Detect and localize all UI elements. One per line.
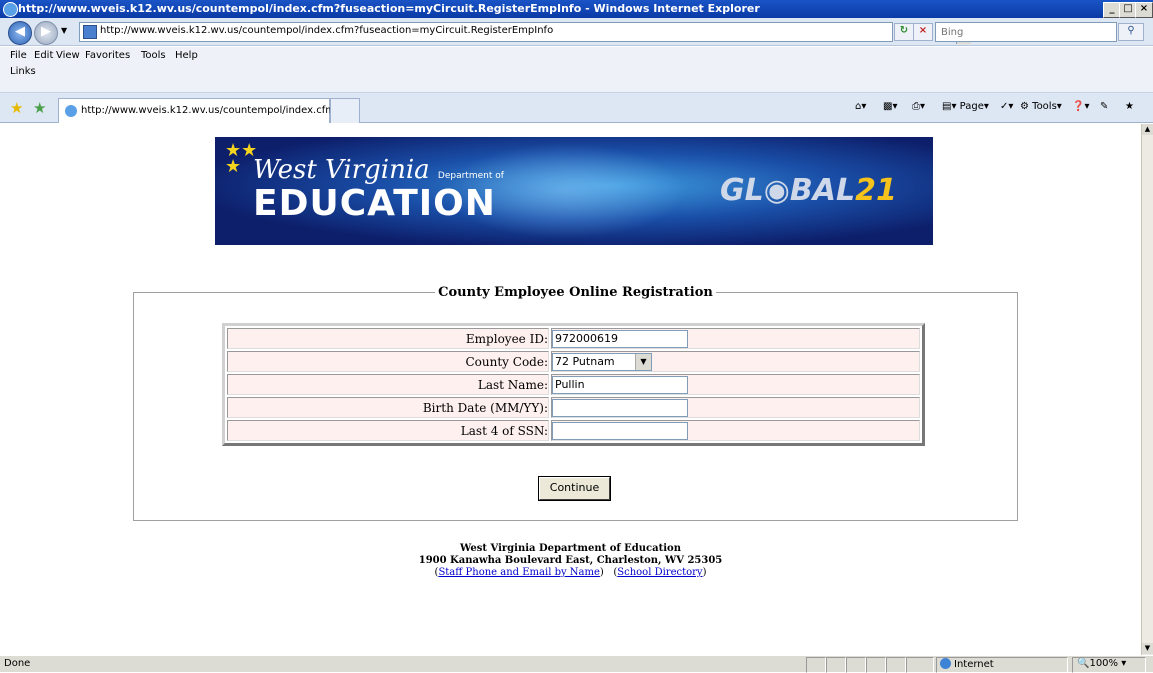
last-name-input[interactable] xyxy=(552,375,688,394)
links-bar: Links xyxy=(0,65,1153,93)
global21-text: GL◉BAL xyxy=(720,173,856,208)
zoom-value: 100% xyxy=(1089,658,1119,669)
footer-links: (Staff Phone and Email by Name) (School … xyxy=(434,567,707,578)
county-code-label: County Code: xyxy=(227,351,549,372)
last-name-label: Last Name: xyxy=(227,374,549,395)
page-menu-label: Page xyxy=(959,101,984,112)
address-url[interactable]: http://www.wveis.k12.wv.us/countempol/in… xyxy=(100,25,553,36)
menu-bar: File Edit View Favorites Tools Help xyxy=(0,47,1153,65)
table-row: Last 4 of SSN: xyxy=(227,420,920,441)
registration-legend: County Employee Online Registration xyxy=(438,285,713,300)
address-bar[interactable]: http://www.wveis.k12.wv.us/countempol/in… xyxy=(79,22,971,44)
page-content: ★★ ★ West Virginia Department of EDUCATIO… xyxy=(0,124,1141,655)
status-segment xyxy=(906,657,934,673)
new-tab-button[interactable] xyxy=(330,98,360,123)
wvde-global21-banner: ★★ ★ West Virginia Department of EDUCATIO… xyxy=(215,137,933,245)
table-row: County Code: 72 Putnam ▼ xyxy=(227,351,920,372)
search-box[interactable] xyxy=(935,22,1117,42)
favorites-star-icon[interactable]: ★ xyxy=(10,99,23,117)
links-label[interactable]: Links xyxy=(10,66,36,77)
footer-org: West Virginia Department of Education xyxy=(460,543,681,554)
scroll-up-arrow[interactable]: ▲ xyxy=(1142,124,1153,135)
window-title-bar: http://www.wveis.k12.wv.us/countempol/in… xyxy=(0,0,1153,18)
banner-west-virginia: West Virginia Department of xyxy=(253,155,504,185)
research-icon[interactable]: ✎ xyxy=(1100,101,1108,112)
employee-id-input[interactable] xyxy=(552,329,688,348)
address-toolbar: ◀ ▶ ▼ http://www.wveis.k12.wv.us/countem… xyxy=(0,18,1153,46)
banner-line1: West Virginia xyxy=(253,155,430,185)
back-button[interactable]: ◀ xyxy=(8,21,32,45)
table-row: Employee ID: xyxy=(227,328,920,349)
help-icon[interactable]: ❓▾ xyxy=(1072,101,1089,112)
status-segment xyxy=(886,657,906,673)
zoom-level[interactable]: 🔍100% ▾ xyxy=(1077,658,1126,669)
school-directory-link[interactable]: School Directory xyxy=(617,567,702,578)
recent-pages-dropdown-icon[interactable]: ▼ xyxy=(61,26,67,35)
print-icon[interactable]: ⎙▾ xyxy=(912,101,925,112)
scroll-down-arrow[interactable]: ▼ xyxy=(1142,643,1153,654)
stop-button[interactable]: × xyxy=(913,23,933,41)
status-segment xyxy=(866,657,886,673)
feeds-icon[interactable]: ▩▾ xyxy=(883,101,897,112)
table-row: Last Name: xyxy=(227,374,920,395)
status-segment xyxy=(806,657,826,673)
tools-menu-label: Tools xyxy=(1032,101,1057,112)
table-row: Birth Date (MM/YY): xyxy=(227,397,920,418)
banner-dept: Department of xyxy=(437,171,504,181)
search-input[interactable] xyxy=(939,24,1113,40)
tab-current-page[interactable]: http://www.wveis.k12.wv.us/countempol/in… xyxy=(58,98,350,123)
county-code-value: 72 Putnam xyxy=(555,354,615,368)
banner-education: EDUCATION xyxy=(253,183,496,224)
employee-id-label: Employee ID: xyxy=(227,328,549,349)
home-icon[interactable]: ⌂▾ xyxy=(855,101,866,112)
page-icon xyxy=(83,25,97,39)
add-favorites-icon[interactable]: ★ xyxy=(33,99,46,117)
menu-help[interactable]: Help xyxy=(175,50,198,61)
ssn-last4-input[interactable] xyxy=(552,421,688,440)
status-segment xyxy=(846,657,866,673)
birth-date-input[interactable] xyxy=(552,398,688,417)
ie-page-icon xyxy=(65,105,77,117)
county-code-select[interactable]: 72 Putnam ▼ xyxy=(552,352,652,371)
menu-file[interactable]: File xyxy=(10,50,27,61)
menu-edit[interactable]: Edit xyxy=(34,50,53,61)
continue-button[interactable]: Continue xyxy=(539,477,610,500)
refresh-button[interactable]: ↻ xyxy=(894,23,914,41)
internet-zone: Internet xyxy=(940,658,994,670)
birth-date-label: Birth Date (MM/YY): xyxy=(227,397,549,418)
footer-address: 1900 Kanawha Boulevard East, Charleston,… xyxy=(418,555,723,566)
page-menu[interactable]: ▤▾ Page▾ xyxy=(942,101,989,112)
globe-icon xyxy=(940,658,951,669)
zone-label: Internet xyxy=(954,659,994,670)
registration-table: Employee ID: County Code: 72 Putnam ▼ Las… xyxy=(222,323,925,446)
window-title: http://www.wveis.k12.wv.us/countempol/in… xyxy=(18,2,760,15)
forward-button[interactable]: ▶ xyxy=(34,21,58,45)
global21-logo: GL◉BAL21 xyxy=(720,173,897,208)
status-bar: Done Internet 🔍100% ▾ xyxy=(0,655,1153,673)
tools-menu[interactable]: ⚙ Tools▾ xyxy=(1020,101,1062,112)
global21-number: 21 xyxy=(855,173,897,208)
menu-tools[interactable]: Tools xyxy=(141,50,166,61)
status-text: Done xyxy=(4,658,31,669)
menu-view[interactable]: View xyxy=(56,50,80,61)
tab-row: ★ ★ http://www.wveis.k12.wv.us/countempo… xyxy=(0,93,1153,123)
page-footer: West Virginia Department of Education 19… xyxy=(0,543,1141,579)
close-button[interactable]: × xyxy=(1135,2,1153,18)
ie-icon xyxy=(3,2,18,17)
staff-directory-link[interactable]: Staff Phone and Email by Name xyxy=(438,567,599,578)
status-segment xyxy=(826,657,846,673)
search-icon[interactable]: ⚲ xyxy=(1118,23,1144,41)
chevron-down-icon[interactable]: ▼ xyxy=(635,353,651,370)
vertical-scrollbar[interactable]: ▲ ▼ xyxy=(1141,124,1153,655)
ssn-last4-label: Last 4 of SSN: xyxy=(227,420,549,441)
tab-label: http://www.wveis.k12.wv.us/countempol/in… xyxy=(81,105,350,116)
blog-icon[interactable]: ★ xyxy=(1125,101,1134,112)
menu-favorites[interactable]: Favorites xyxy=(85,50,130,61)
safety-icon[interactable]: ✓▾ xyxy=(1000,101,1013,112)
